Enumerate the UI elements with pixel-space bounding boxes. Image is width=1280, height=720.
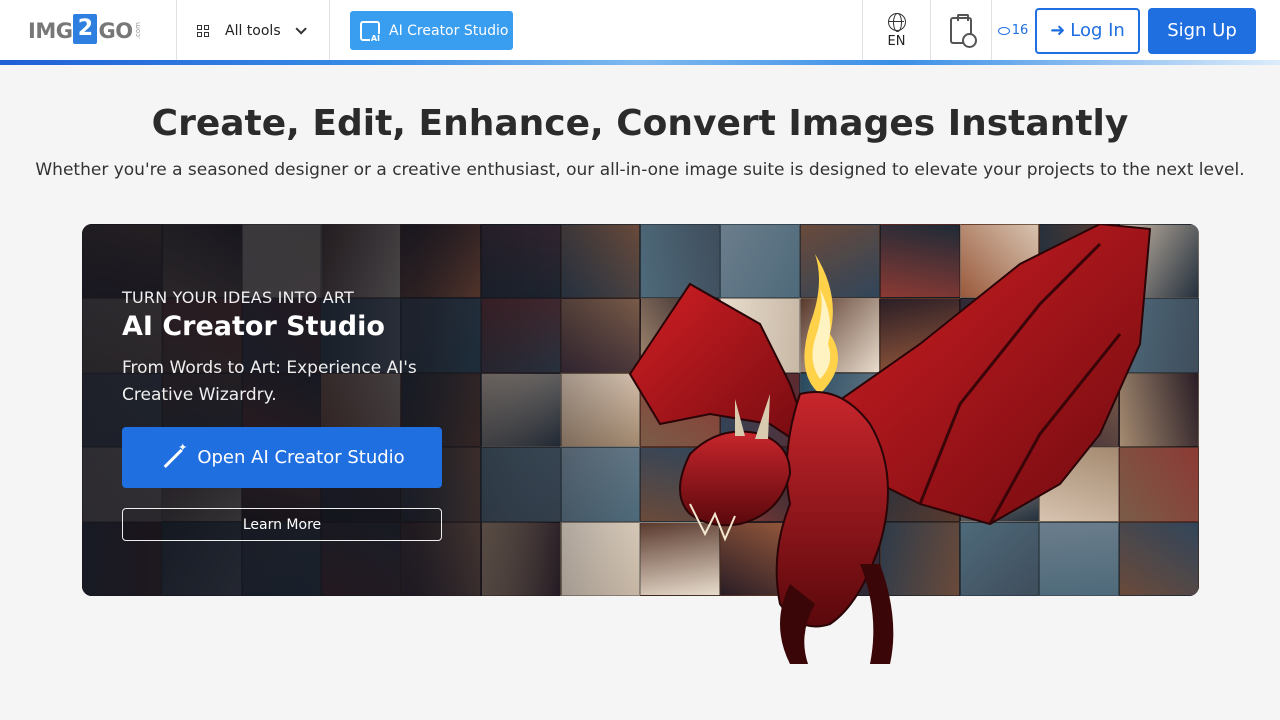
all-tools-label: All tools: [225, 22, 281, 39]
header-accent-bar: [0, 60, 1280, 65]
coin-icon: [997, 26, 1010, 35]
language-label: EN: [887, 33, 906, 49]
collage-tile: [640, 447, 721, 522]
logo-text-go: GO: [98, 18, 133, 43]
collage-tile: [959, 372, 1040, 448]
collage-tile: [959, 224, 1040, 299]
collage-tile: [879, 372, 960, 448]
collage-tile: [959, 521, 1040, 596]
signup-button[interactable]: Sign Up: [1148, 7, 1256, 54]
collage-tile: [1039, 521, 1120, 596]
globe-icon: [887, 12, 906, 32]
page-subtitle: Whether you're a seasoned designer or a …: [35, 160, 1245, 180]
banner-title: AI Creator Studio: [122, 311, 385, 342]
ai-studio-nav: AI Creator Studio: [330, 0, 513, 61]
signup-wrap: Sign Up: [1148, 0, 1280, 61]
ai-image-icon: [360, 20, 381, 43]
collage-tile: [1119, 224, 1199, 299]
collage-tile: [720, 521, 801, 596]
clipboard-history-icon: [950, 14, 977, 48]
login-button[interactable]: ➜ Log In: [1035, 7, 1140, 54]
banner-kicker: TURN YOUR IDEAS INTO ART: [122, 288, 355, 307]
credits-indicator[interactable]: 16: [992, 0, 1034, 61]
collage-tile: [879, 521, 960, 596]
login-label: Log In: [1070, 20, 1125, 41]
header-spacer: [513, 0, 862, 61]
signup-label: Sign Up: [1167, 20, 1237, 41]
chevron-down-icon: [295, 22, 307, 35]
login-wrap: ➜ Log In: [1034, 0, 1148, 61]
logo-text-img: IMG: [28, 18, 73, 43]
collage-tile: [640, 224, 721, 299]
collage-tile: [720, 298, 801, 373]
collage-tile: [640, 372, 721, 448]
login-arrow-icon: ➜: [1050, 20, 1066, 41]
grid-icon: [197, 24, 209, 37]
collage-tile: [640, 521, 721, 596]
banner-description: From Words to Art: Experience AI's Creat…: [122, 358, 417, 405]
collage-tile: [959, 447, 1040, 522]
collage-tile: [800, 372, 880, 448]
collage-tile: [1119, 521, 1199, 596]
language-selector[interactable]: EN: [862, 0, 930, 61]
collage-tile: [959, 298, 1040, 373]
collage-tile: [1119, 447, 1199, 522]
collage-tile: [879, 224, 960, 299]
magic-wand-icon: [159, 441, 187, 471]
all-tools-dropdown[interactable]: All tools: [177, 0, 330, 61]
collage-tile: [1119, 372, 1199, 448]
collage-tile: [640, 298, 721, 373]
collage-tile: [720, 447, 801, 522]
history-button[interactable]: [930, 0, 992, 61]
collage-tile: [720, 372, 801, 448]
collage-tile: [1039, 224, 1120, 299]
page-title: Create, Edit, Enhance, Convert Images In…: [151, 103, 1129, 144]
collage-tile: [1039, 372, 1120, 448]
clock-icon: [962, 33, 977, 48]
ai-creator-studio-button[interactable]: AI Creator Studio: [350, 11, 513, 50]
collage-tile: [800, 224, 880, 299]
collage-tile: [1119, 298, 1199, 373]
collage-tile: [1039, 298, 1120, 373]
collage-tile: [879, 298, 960, 373]
collage-tile: [720, 224, 801, 299]
top-nav: IMG2GO.com All tools AI Creator Studio E…: [0, 0, 1280, 61]
collage-tile: [800, 447, 880, 522]
open-ai-creator-studio-button[interactable]: Open AI Creator Studio: [122, 427, 442, 488]
credits-count: 16: [1011, 23, 1029, 38]
logo-text-com: .com: [133, 21, 142, 40]
open-ai-creator-studio-label: Open AI Creator Studio: [197, 447, 405, 468]
collage-tile: [800, 521, 880, 596]
collage-tile: [800, 298, 880, 373]
logo-text-2: 2: [73, 13, 98, 44]
ai-creator-studio-label: AI Creator Studio: [389, 22, 509, 39]
collage-tile: [1039, 447, 1120, 522]
img2go-logo[interactable]: IMG 2 GO .com: [0, 0, 177, 61]
learn-more-button[interactable]: Learn More: [122, 508, 442, 541]
collage-tile: [879, 447, 960, 522]
learn-more-label: Learn More: [242, 516, 322, 533]
